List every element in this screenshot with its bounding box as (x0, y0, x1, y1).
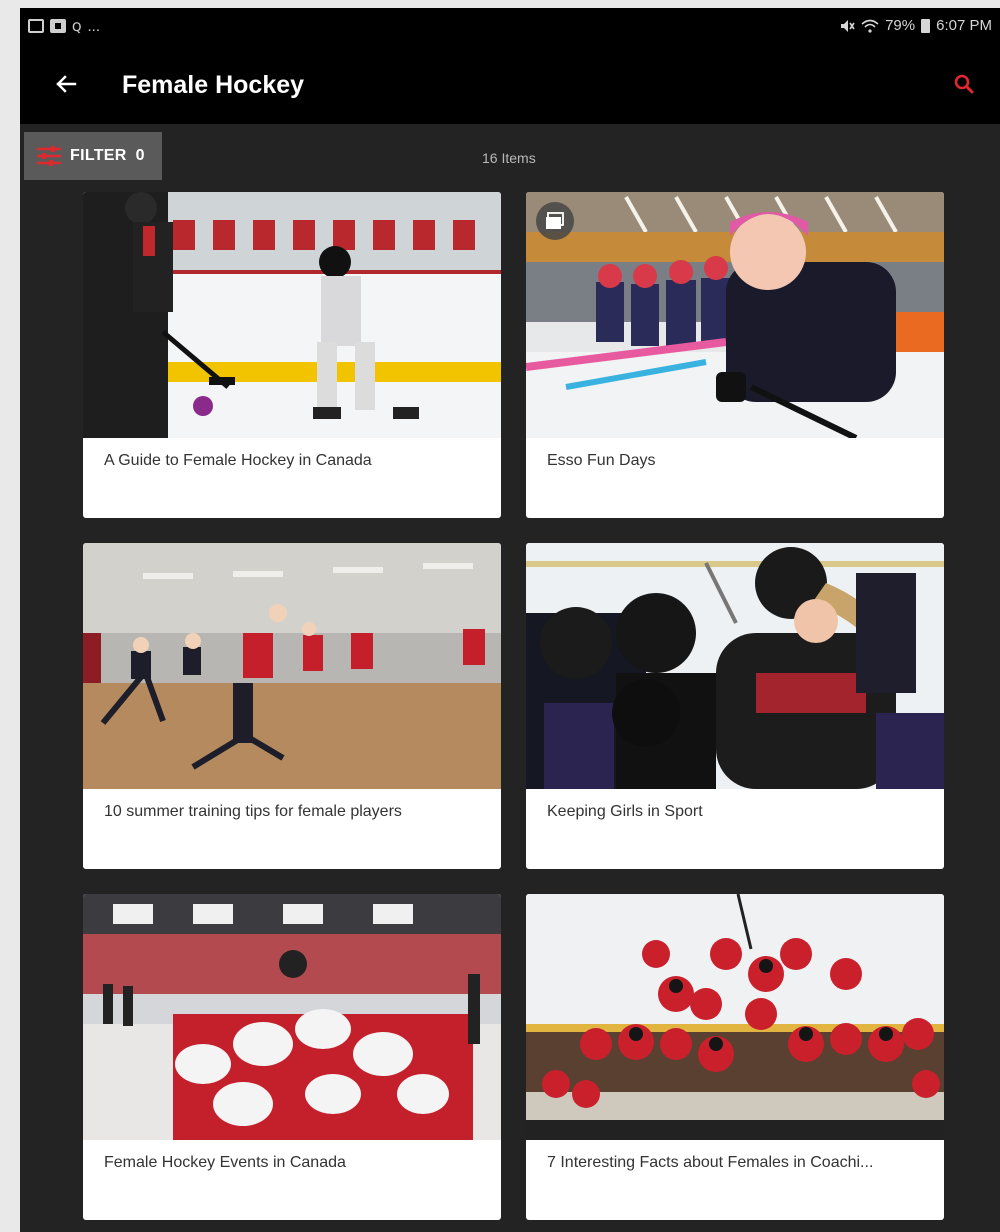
battery-percent: 79% (885, 17, 916, 34)
content-card[interactable]: A Guide to Female Hockey in Canada (83, 192, 501, 518)
gallery-notification-icon (28, 19, 44, 33)
app-screen: ꞯ ... 79% 6:07 PM Female Hockey FILTER 0… (20, 8, 1000, 1232)
status-bar: ꞯ ... 79% 6:07 PM (20, 8, 1000, 44)
clock: 6:07 PM (936, 17, 992, 34)
card-image (83, 192, 501, 438)
gallery-badge (536, 202, 574, 240)
filter-sliders-icon (37, 146, 61, 166)
app-notification-icon (50, 19, 66, 33)
mute-icon (841, 19, 855, 32)
status-indicators: 79% 6:07 PM (839, 17, 992, 34)
app-bar: Female Hockey (20, 44, 1000, 124)
card-title: A Guide to Female Hockey in Canada (104, 452, 372, 469)
content-card[interactable]: 10 summer training tips for female playe… (83, 543, 501, 869)
back-button[interactable] (48, 66, 84, 102)
content-card[interactable]: 7 Interesting Facts about Females in Coa… (526, 894, 944, 1220)
card-image (83, 543, 501, 789)
notification-overflow: ... (87, 17, 100, 35)
items-count: 16 Items (482, 150, 536, 166)
battery-icon (921, 18, 931, 33)
status-notifications: ꞯ ... (28, 16, 100, 36)
card-title: Female Hockey Events in Canada (104, 1154, 346, 1171)
content-card[interactable]: Keeping Girls in Sport (526, 543, 944, 869)
filter-label: FILTER (70, 147, 127, 164)
content-card[interactable]: Female Hockey Events in Canada (83, 894, 501, 1220)
card-image (526, 543, 944, 789)
filter-count: 0 (135, 147, 145, 164)
wifi-icon (861, 19, 879, 33)
search-button[interactable] (946, 66, 982, 102)
gallery-icon (546, 212, 564, 229)
misc-notification-icon: ꞯ (72, 18, 82, 35)
card-title: 10 summer training tips for female playe… (104, 803, 402, 820)
card-title: Keeping Girls in Sport (547, 803, 703, 820)
card-image (526, 192, 944, 438)
card-image (526, 894, 944, 1140)
arrow-back-icon (56, 75, 77, 93)
content-card[interactable]: Esso Fun Days (526, 192, 944, 518)
card-image (83, 894, 501, 1140)
card-title: 7 Interesting Facts about Females in Coa… (547, 1154, 874, 1171)
search-icon (954, 74, 974, 94)
page-title: Female Hockey (122, 71, 305, 99)
filter-button[interactable]: FILTER 0 (24, 132, 162, 180)
card-title: Esso Fun Days (547, 452, 656, 469)
